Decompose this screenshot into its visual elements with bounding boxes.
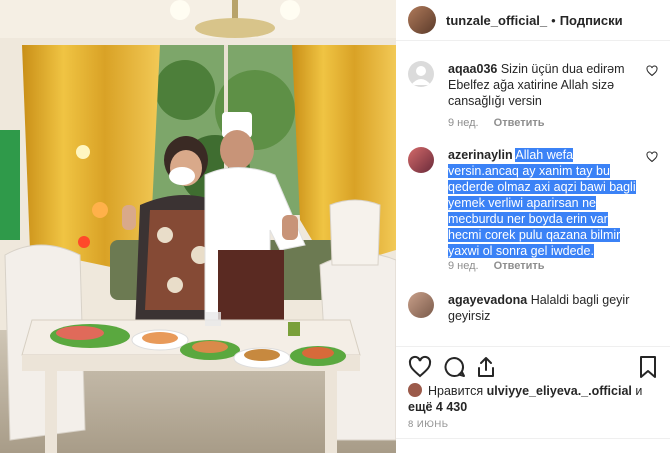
comment-icon[interactable] <box>442 355 466 379</box>
heart-small-icon[interactable] <box>646 65 658 77</box>
like-icon[interactable] <box>408 355 432 379</box>
comment-meta: 9 нед. Ответить <box>448 260 545 272</box>
follow-status-button[interactable]: Подписки <box>560 13 623 28</box>
post-photo[interactable] <box>0 0 396 453</box>
liker-username[interactable]: ulviyye_eliyeva._.official <box>487 384 632 398</box>
share-icon[interactable] <box>474 355 498 379</box>
post-date[interactable]: 8 ИЮНЬ <box>408 419 448 430</box>
post-photo-illustration <box>0 0 396 453</box>
comment-username[interactable]: azerinaylin <box>448 148 513 162</box>
likes-summary: Нравится ulviyye_eliyeva._.official и ещ… <box>408 383 658 415</box>
header-separator: • <box>551 12 556 28</box>
author-avatar[interactable] <box>408 6 436 34</box>
post-header: tunzale_official_ • Подписки <box>396 0 670 41</box>
commenter-avatar[interactable] <box>408 147 434 173</box>
comment-time[interactable]: 9 нед. <box>448 260 479 272</box>
comment-text: aqaa036 Sizin üçün dua edirəm Ebelfez ağ… <box>448 61 643 109</box>
divider <box>396 438 670 439</box>
commenter-avatar[interactable] <box>408 61 434 87</box>
likes-conjunction: и <box>635 384 643 398</box>
liker-avatar[interactable] <box>408 383 422 397</box>
comment-meta: 9 нед. Ответить <box>448 117 545 129</box>
comment-content-selected: Allah wefa versin.ancaq ay xanim tay bu … <box>448 148 636 258</box>
comment-text: azerinaylin Allah wefa versin.ancaq ay x… <box>448 147 643 259</box>
comments-panel: tunzale_official_ • Подписки aqaa036 Siz… <box>396 0 670 453</box>
likes-count[interactable]: ещё 4 430 <box>408 400 467 414</box>
post-actions <box>396 346 670 387</box>
comment-text: agayevadona Halaldi bagli geyir geyirsiz <box>448 292 643 324</box>
reply-button[interactable]: Ответить <box>494 117 545 129</box>
comment-username[interactable]: agayevadona <box>448 293 527 307</box>
likes-prefix: Нравится <box>428 384 484 398</box>
heart-small-icon[interactable] <box>646 151 658 163</box>
default-avatar-icon <box>411 66 431 85</box>
comments-list[interactable]: aqaa036 Sizin üçün dua edirəm Ebelfez ağ… <box>396 41 670 346</box>
commenter-avatar[interactable] <box>408 292 434 318</box>
reply-button[interactable]: Ответить <box>494 260 545 272</box>
author-username[interactable]: tunzale_official_ <box>446 13 547 28</box>
bookmark-icon[interactable] <box>636 355 660 379</box>
comment-username[interactable]: aqaa036 <box>448 62 497 76</box>
comment-time[interactable]: 9 нед. <box>448 117 479 129</box>
